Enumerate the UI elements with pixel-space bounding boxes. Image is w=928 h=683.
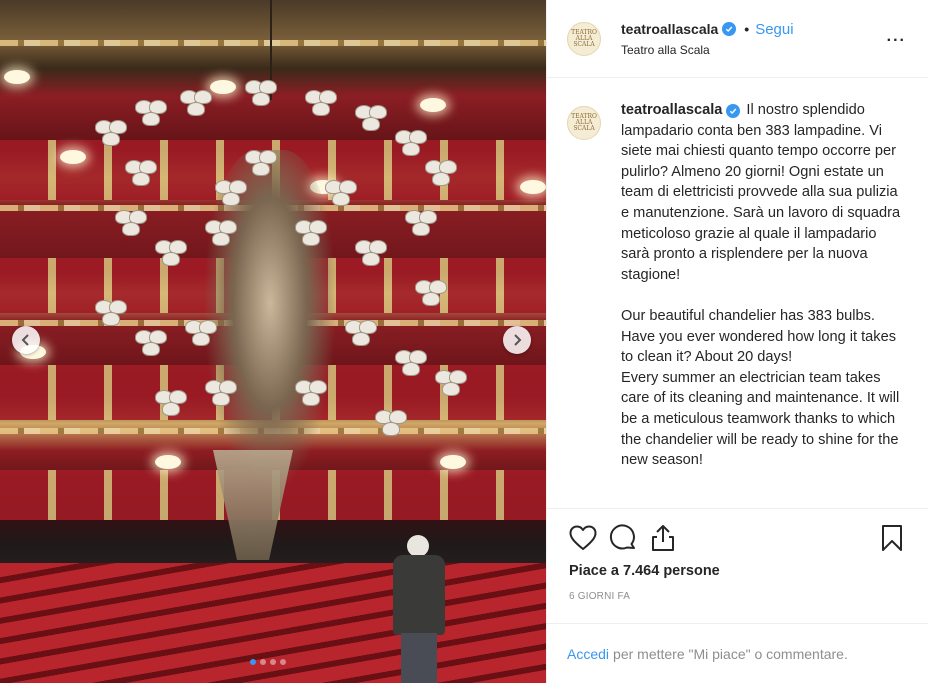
location-link[interactable]: Teatro alla Scala (621, 43, 794, 57)
post-timestamp[interactable]: 6 giorni fa (569, 591, 912, 602)
chandelier-bulb (212, 232, 230, 246)
wall-lamp (210, 80, 236, 94)
comment-icon (609, 524, 635, 550)
electrician-figure (393, 535, 445, 683)
share-button[interactable] (643, 518, 683, 558)
chevron-left-icon (21, 334, 29, 346)
save-button[interactable] (872, 518, 912, 558)
caption-username-link[interactable]: teatroallascala (621, 102, 722, 118)
post-photo[interactable] (0, 0, 546, 683)
chandelier-bulb (162, 402, 180, 416)
chandelier-bulb (212, 392, 230, 406)
chandelier-bulb (222, 192, 240, 206)
chandelier-bulb (162, 252, 180, 266)
chandelier-crystals (213, 450, 293, 560)
chandelier-bulb (132, 172, 150, 186)
caption-area: TEATRO ALLA SCALA teatroallascala Il nost… (547, 78, 928, 508)
heart-icon (569, 525, 597, 550)
wall-lamp (440, 455, 466, 469)
caption-text: Il nostro splendido lampadario conta ben… (621, 102, 901, 469)
separator-dot: • (744, 21, 750, 37)
chandelier-bulb (312, 102, 330, 116)
verified-badge-icon (722, 22, 737, 36)
carousel-dot (250, 659, 256, 665)
stalls-seats (0, 563, 546, 683)
carousel-next-button[interactable] (503, 326, 531, 354)
carousel-dot (270, 659, 276, 665)
chandelier-bulb (302, 392, 320, 406)
chandelier-bulb (332, 192, 350, 206)
wall-lamp (155, 455, 181, 469)
username-link[interactable]: teatroallascala (621, 21, 718, 37)
carousel-prev-button[interactable] (12, 326, 40, 354)
verified-badge-icon (726, 104, 741, 118)
follow-button[interactable]: Segui (755, 21, 793, 38)
chandelier-bulb (187, 102, 205, 116)
more-options-button[interactable]: ... (887, 28, 906, 46)
avatar[interactable]: TEATRO ALLA SCALA (567, 21, 601, 56)
chandelier-bulb (422, 292, 440, 306)
avatar-logo-text: TEATRO ALLA SCALA (571, 113, 597, 132)
carousel-dot (280, 659, 286, 665)
wall-lamp (520, 180, 546, 194)
post-header: TEATRO ALLA SCALA teatroallascala • Segu… (547, 0, 928, 78)
chandelier-bulb (302, 232, 320, 246)
chandelier-bulb (142, 112, 160, 126)
chandelier-bulb (402, 142, 420, 156)
caption: teatroallascala Il nostro splendido lampa… (621, 100, 901, 508)
chandelier-bulb (102, 312, 120, 326)
wall-lamp (60, 150, 86, 164)
avatar[interactable]: TEATRO ALLA SCALA (567, 106, 601, 140)
chandelier-bulb (382, 422, 400, 436)
chandelier-bulb (412, 222, 430, 236)
comment-button[interactable] (603, 518, 643, 558)
comment-login-bar: Accedi per mettere "Mi piace" o commenta… (547, 623, 928, 683)
like-button[interactable] (563, 518, 603, 558)
chandelier-bulb (142, 342, 160, 356)
chandelier-bulb (432, 172, 450, 186)
comment-login-prompt: per mettere "Mi piace" o commentare. (613, 645, 848, 662)
wall-lamp (4, 70, 30, 84)
likes-count[interactable]: Piace a 7.464 persone (569, 563, 912, 579)
chandelier-bulb (352, 332, 370, 346)
share-icon (652, 525, 674, 551)
balcony-tier (0, 40, 546, 46)
chandelier-bulb (402, 362, 420, 376)
chandelier-bulb (362, 117, 380, 131)
chandelier-bulb (252, 92, 270, 106)
wall-lamp (420, 98, 446, 112)
chandelier-bulb (192, 332, 210, 346)
chandelier-bulb (362, 252, 380, 266)
carousel-dot (260, 659, 266, 665)
chandelier-bulb (252, 162, 270, 176)
carousel-indicator (250, 659, 286, 665)
chevron-right-icon (514, 334, 522, 346)
avatar-logo-text: TEATRO ALLA SCALA (571, 28, 597, 48)
login-link[interactable]: Accedi (567, 646, 609, 662)
helmet (407, 535, 429, 557)
bookmark-icon (882, 525, 902, 551)
chandelier-bulb (122, 222, 140, 236)
chandelier-bulb (442, 382, 460, 396)
chandelier-bulb (102, 132, 120, 146)
post-details-panel: TEATRO ALLA SCALA teatroallascala • Segu… (546, 0, 928, 683)
